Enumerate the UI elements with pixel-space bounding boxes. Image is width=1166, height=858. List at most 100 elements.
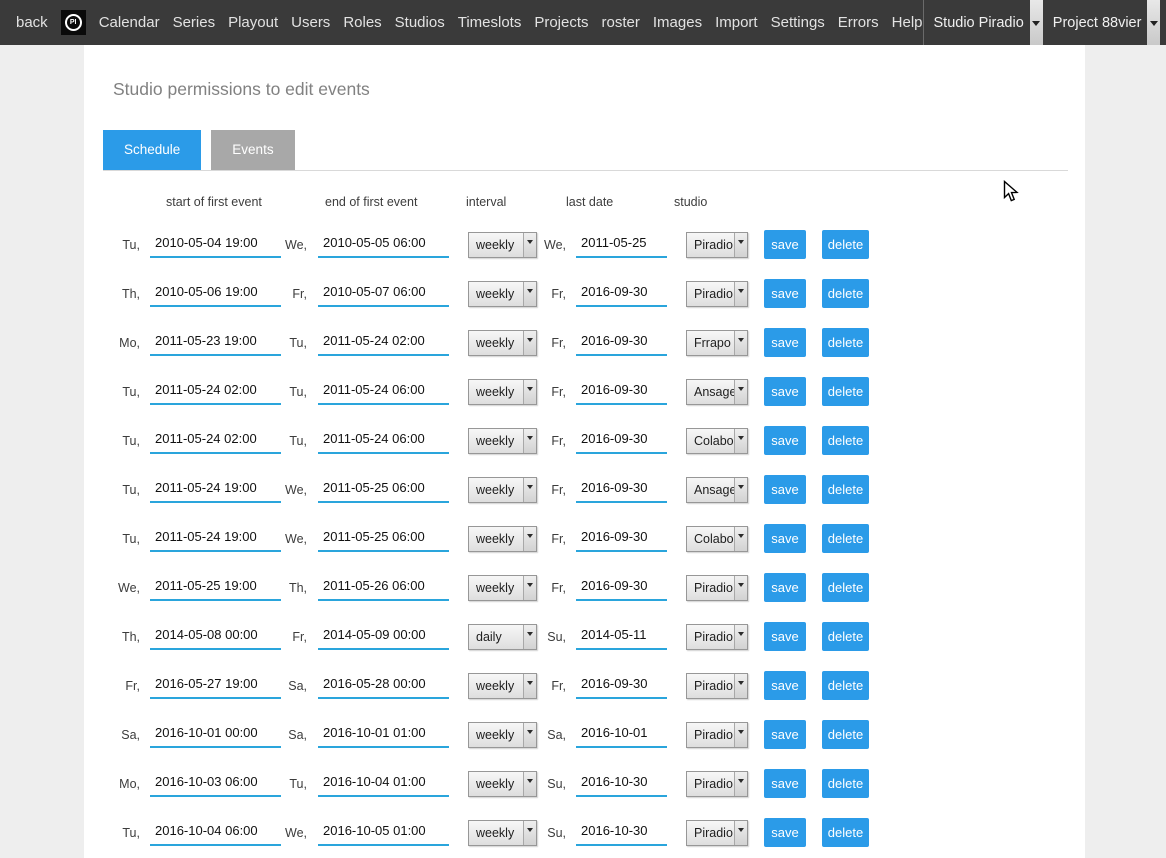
nav-item-users[interactable]: Users — [291, 14, 330, 31]
chevron-down-icon[interactable] — [523, 674, 536, 698]
studio-row-select[interactable]: Piradio — [686, 232, 748, 258]
chevron-down-icon[interactable] — [734, 772, 747, 796]
chevron-down-icon[interactable] — [734, 380, 747, 404]
save-button[interactable]: save — [764, 769, 806, 798]
chevron-down-icon[interactable] — [523, 429, 536, 453]
end-input[interactable] — [318, 575, 449, 601]
delete-button[interactable]: delete — [822, 671, 869, 700]
tab-events[interactable]: Events — [211, 130, 294, 170]
interval-select[interactable]: weekly — [468, 526, 537, 552]
delete-button[interactable]: delete — [822, 573, 869, 602]
start-input[interactable] — [150, 575, 281, 601]
last-date-input[interactable] — [576, 330, 667, 356]
delete-button[interactable]: delete — [822, 426, 869, 455]
chevron-down-icon[interactable] — [734, 282, 747, 306]
end-input[interactable] — [318, 624, 449, 650]
save-button[interactable]: save — [764, 426, 806, 455]
end-input[interactable] — [318, 477, 449, 503]
last-date-input[interactable] — [576, 379, 667, 405]
interval-select[interactable]: weekly — [468, 673, 537, 699]
nav-item-timeslots[interactable]: Timeslots — [458, 14, 522, 31]
last-date-input[interactable] — [576, 624, 667, 650]
chevron-down-icon[interactable] — [734, 625, 747, 649]
studio-select[interactable]: Studio Piradio — [924, 0, 1043, 45]
save-button[interactable]: save — [764, 377, 806, 406]
interval-select[interactable]: weekly — [468, 722, 537, 748]
nav-item-projects[interactable]: Projects — [534, 14, 588, 31]
end-input[interactable] — [318, 428, 449, 454]
interval-select[interactable]: weekly — [468, 330, 537, 356]
studio-row-select[interactable]: Colabo — [686, 526, 748, 552]
start-input[interactable] — [150, 673, 281, 699]
interval-select[interactable]: weekly — [468, 428, 537, 454]
chevron-down-icon[interactable] — [523, 331, 536, 355]
delete-button[interactable]: delete — [822, 720, 869, 749]
studio-row-select[interactable]: Piradio — [686, 575, 748, 601]
start-input[interactable] — [150, 330, 281, 356]
studio-row-select[interactable]: Piradio — [686, 771, 748, 797]
last-date-input[interactable] — [576, 232, 667, 258]
interval-select[interactable]: weekly — [468, 820, 537, 846]
chevron-down-icon[interactable] — [1030, 0, 1043, 45]
chevron-down-icon[interactable] — [734, 331, 747, 355]
nav-item-studios[interactable]: Studios — [395, 14, 445, 31]
last-date-input[interactable] — [576, 673, 667, 699]
save-button[interactable]: save — [764, 475, 806, 504]
nav-item-import[interactable]: Import — [715, 14, 758, 31]
end-input[interactable] — [318, 722, 449, 748]
save-button[interactable]: save — [764, 573, 806, 602]
interval-select[interactable]: weekly — [468, 771, 537, 797]
delete-button[interactable]: delete — [822, 377, 869, 406]
back-link[interactable]: back — [16, 14, 48, 31]
studio-row-select[interactable]: Ansage — [686, 477, 748, 503]
delete-button[interactable]: delete — [822, 769, 869, 798]
last-date-input[interactable] — [576, 428, 667, 454]
nav-item-playout[interactable]: Playout — [228, 14, 278, 31]
studio-row-select[interactable]: Frrapo — [686, 330, 748, 356]
save-button[interactable]: save — [764, 524, 806, 553]
studio-row-select[interactable]: Piradio — [686, 673, 748, 699]
interval-select[interactable]: weekly — [468, 477, 537, 503]
last-date-input[interactable] — [576, 575, 667, 601]
chevron-down-icon[interactable] — [523, 576, 536, 600]
studio-row-select[interactable]: Colabo — [686, 428, 748, 454]
end-input[interactable] — [318, 232, 449, 258]
chevron-down-icon[interactable] — [734, 576, 747, 600]
interval-select[interactable]: weekly — [468, 232, 537, 258]
start-input[interactable] — [150, 820, 281, 846]
chevron-down-icon[interactable] — [734, 478, 747, 502]
start-input[interactable] — [150, 526, 281, 552]
studio-row-select[interactable]: Piradio — [686, 722, 748, 748]
piradio-logo-icon[interactable]: PI — [61, 10, 86, 35]
interval-select[interactable]: weekly — [468, 575, 537, 601]
chevron-down-icon[interactable] — [734, 821, 747, 845]
chevron-down-icon[interactable] — [523, 821, 536, 845]
save-button[interactable]: save — [764, 818, 806, 847]
chevron-down-icon[interactable] — [523, 772, 536, 796]
start-input[interactable] — [150, 281, 281, 307]
last-date-input[interactable] — [576, 722, 667, 748]
last-date-input[interactable] — [576, 771, 667, 797]
studio-row-select[interactable]: Piradio — [686, 281, 748, 307]
chevron-down-icon[interactable] — [523, 527, 536, 551]
nav-item-help[interactable]: Help — [892, 14, 923, 31]
save-button[interactable]: save — [764, 328, 806, 357]
end-input[interactable] — [318, 526, 449, 552]
save-button[interactable]: save — [764, 671, 806, 700]
delete-button[interactable]: delete — [822, 230, 869, 259]
chevron-down-icon[interactable] — [1147, 0, 1160, 45]
chevron-down-icon[interactable] — [734, 723, 747, 747]
end-input[interactable] — [318, 330, 449, 356]
nav-item-roles[interactable]: Roles — [343, 14, 381, 31]
interval-select[interactable]: daily — [468, 624, 537, 650]
last-date-input[interactable] — [576, 820, 667, 846]
end-input[interactable] — [318, 281, 449, 307]
delete-button[interactable]: delete — [822, 328, 869, 357]
interval-select[interactable]: weekly — [468, 379, 537, 405]
start-input[interactable] — [150, 379, 281, 405]
last-date-input[interactable] — [576, 281, 667, 307]
chevron-down-icon[interactable] — [523, 380, 536, 404]
last-date-input[interactable] — [576, 477, 667, 503]
nav-item-calendar[interactable]: Calendar — [99, 14, 160, 31]
nav-item-series[interactable]: Series — [173, 14, 216, 31]
